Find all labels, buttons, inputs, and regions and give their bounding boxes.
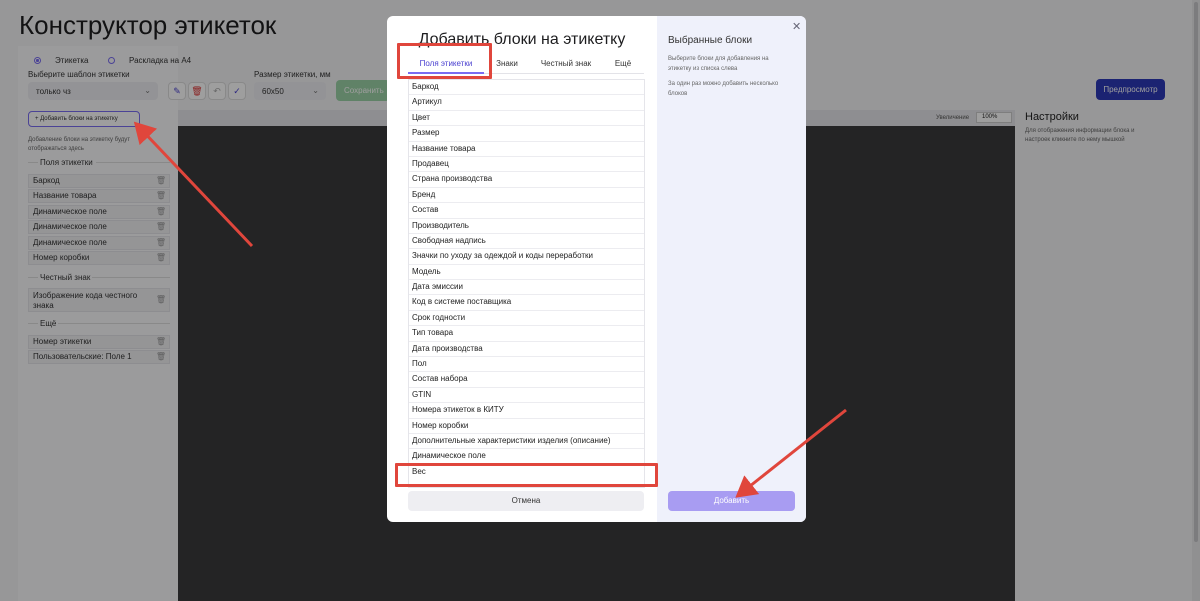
annotation-arrows <box>133 121 847 498</box>
annotation-arrow-right <box>735 408 847 498</box>
annotation-arrow-left <box>133 121 254 248</box>
